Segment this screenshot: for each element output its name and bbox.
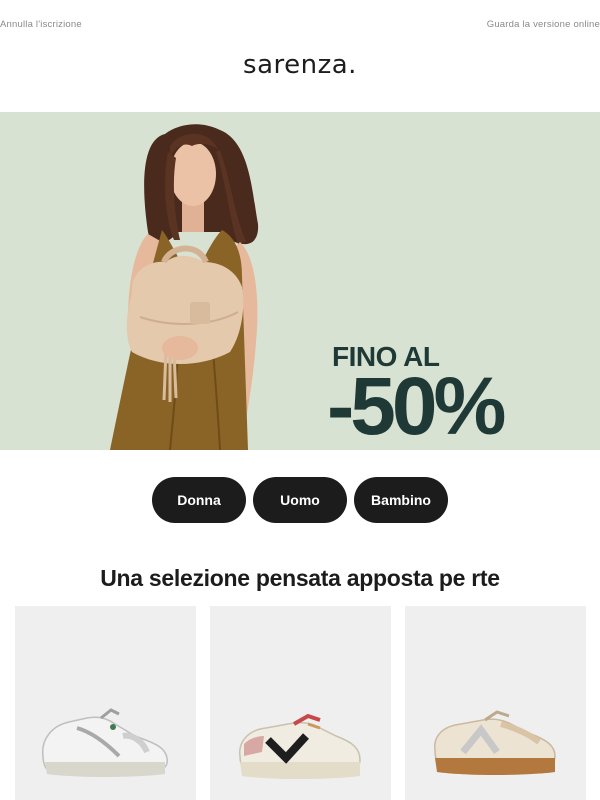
section-title: Una selezione pensata apposta pe rte: [100, 565, 500, 591]
beige-silver-sneaker-icon: [434, 710, 556, 775]
product-card[interactable]: [210, 606, 391, 800]
category-buttons: Donna Uomo Bambino: [0, 477, 600, 523]
email-top-bar: Annulla l'iscrizione Guarda la versione …: [0, 0, 600, 50]
donna-button[interactable]: Donna: [152, 477, 246, 523]
white-silver-sneaker-icon: [42, 708, 169, 777]
model-with-handbag-image: [110, 124, 259, 450]
hero-discount: -50%: [327, 361, 506, 450]
product-card[interactable]: [15, 606, 196, 800]
bambino-button[interactable]: Bambino: [354, 477, 448, 523]
cream-black-sneaker-icon: [239, 713, 361, 779]
uomo-button[interactable]: Uomo: [253, 477, 347, 523]
unsubscribe-link[interactable]: Annulla l'iscrizione: [0, 19, 82, 30]
view-online-link[interactable]: Guarda la versione online: [487, 19, 600, 30]
product-card[interactable]: [405, 606, 586, 800]
hero-banner[interactable]: FINO AL -50%: [0, 112, 600, 450]
sarenza-logo[interactable]: sarenza.: [0, 50, 600, 80]
